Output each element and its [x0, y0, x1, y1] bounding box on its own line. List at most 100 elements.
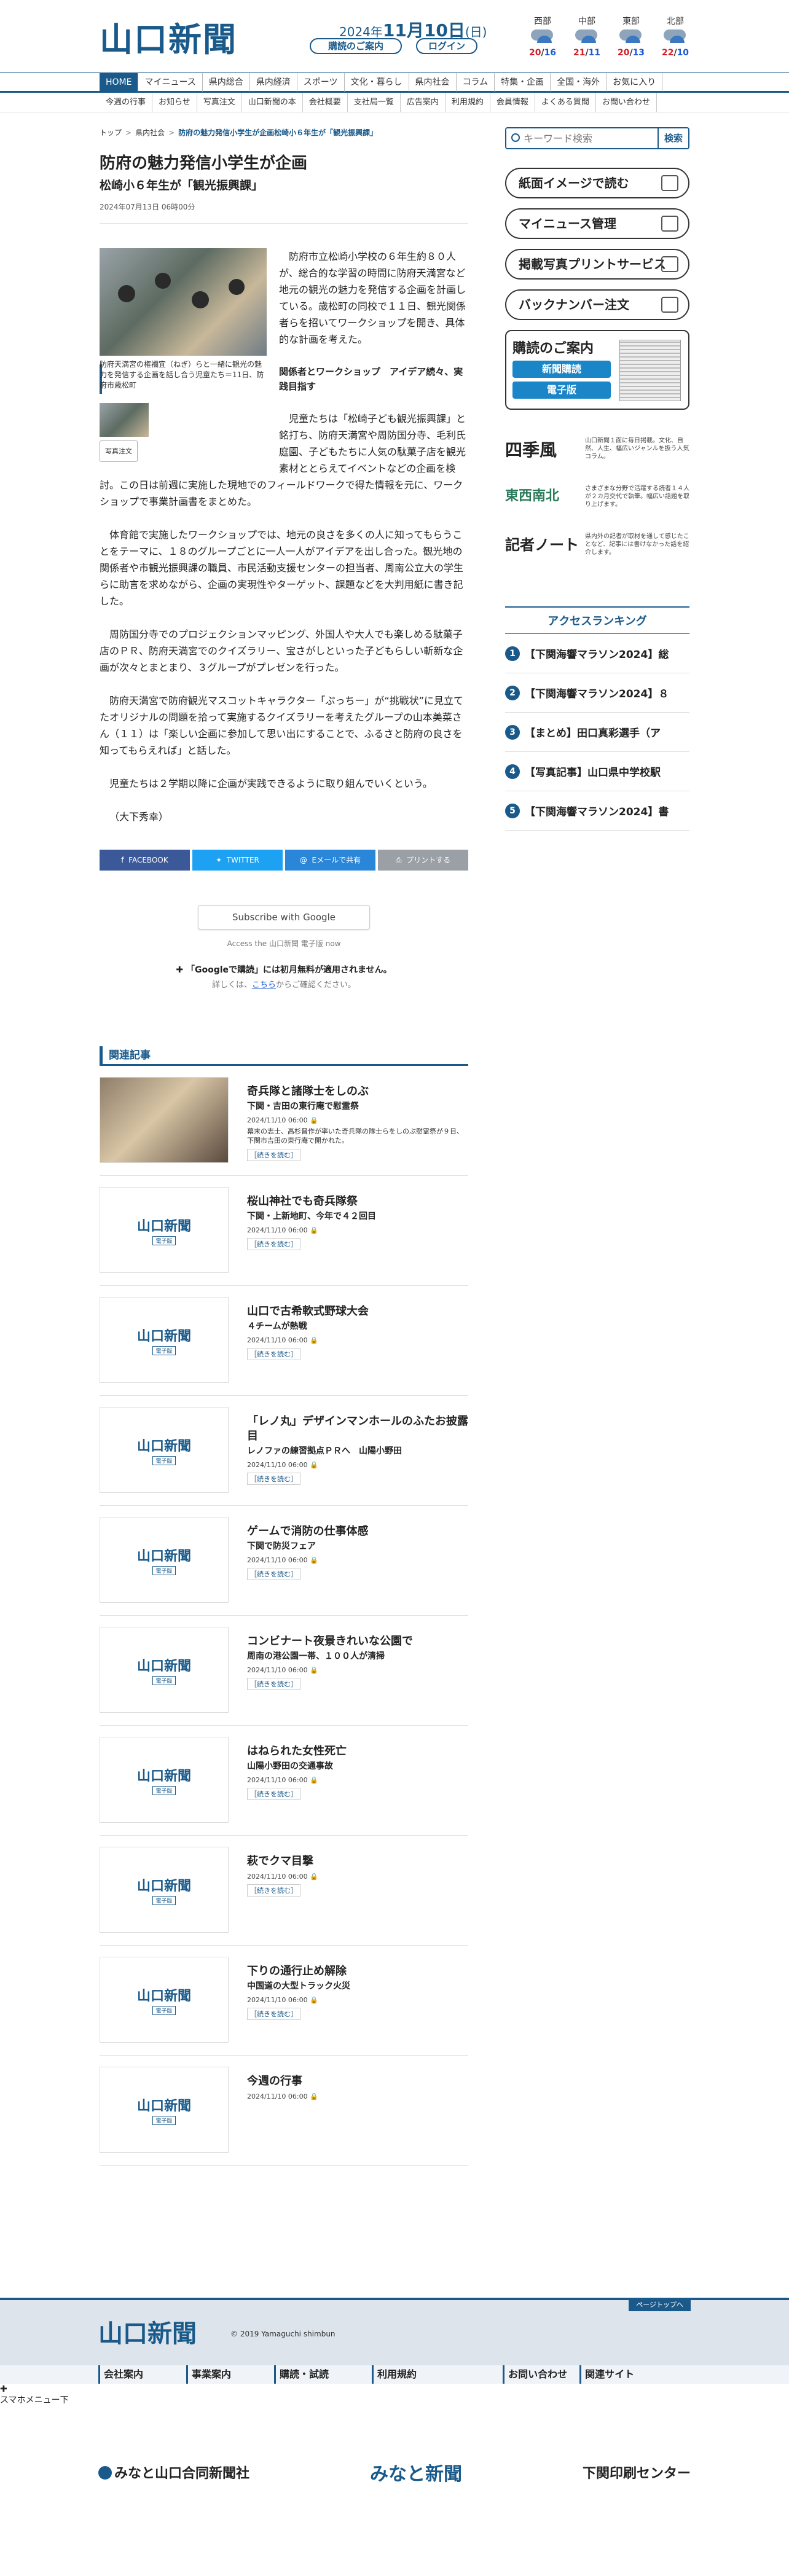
read-more-link[interactable]: ［続きを読む］: [247, 1149, 300, 1161]
ranking-item[interactable]: 1 【下関海響マラソン2024】総: [505, 634, 689, 673]
column-reporter-note[interactable]: 記者ノート 県内外の記者が取材を通して感じたことなど、記事には書けなかった話を紹…: [505, 533, 689, 570]
related-thumbnail[interactable]: 山口新聞 電子版: [100, 1407, 229, 1493]
read-more-link[interactable]: ［続きを読む］: [247, 1568, 300, 1580]
nav-sports[interactable]: スポーツ: [297, 73, 345, 92]
photo-thumbnail[interactable]: [100, 403, 149, 437]
breadcrumb-category[interactable]: 県内社会: [135, 128, 165, 137]
read-more-link[interactable]: ［続きを読む］: [247, 1238, 300, 1250]
google-details-link[interactable]: こちら: [252, 981, 276, 990]
site-logo[interactable]: 山口新聞: [100, 12, 237, 61]
subnav-company[interactable]: 会社概要: [303, 93, 348, 112]
related-thumbnail[interactable]: 山口新聞 電子版: [100, 1627, 229, 1713]
related-article[interactable]: 山口新聞 電子版 山口で古希軟式野球大会 ４チームが熱戦 2024/11/10 0…: [100, 1286, 468, 1396]
related-title[interactable]: ゲームで消防の仕事体感: [247, 1524, 468, 1539]
share-email-button[interactable]: @ Eメールで共有: [285, 850, 375, 871]
related-title[interactable]: はねられた女性死亡: [247, 1744, 468, 1759]
related-article[interactable]: 山口新聞 電子版 萩でクマ目撃 2024/11/10 06:00 🔒 ［続きを読む…: [100, 1836, 468, 1946]
group-minato-shimbun[interactable]: みなと新聞: [370, 2459, 462, 2486]
related-thumbnail[interactable]: [100, 1077, 229, 1163]
read-more-link[interactable]: ［続きを読む］: [247, 1473, 300, 1485]
newspaper-subscribe-button[interactable]: 新聞購読: [512, 361, 611, 378]
nav-local-general[interactable]: 県内総合: [203, 73, 250, 92]
footer-link-terms[interactable]: 利用規約: [372, 2365, 417, 2384]
related-title[interactable]: 山口で古希軟式野球大会: [247, 1304, 468, 1319]
related-thumbnail[interactable]: 山口新聞 電子版: [100, 1517, 229, 1603]
subnav-ads[interactable]: 広告案内: [401, 93, 446, 112]
footer-link-related[interactable]: 関連サイト: [579, 2365, 634, 2384]
nav-home[interactable]: HOME: [100, 73, 139, 92]
mynews-settings-button[interactable]: マイニュース管理: [505, 208, 689, 239]
read-more-link[interactable]: ［続きを読む］: [247, 1788, 300, 1800]
related-article[interactable]: 山口新聞 電子版 コンビナート夜景きれいな公園で 周南の港公園一帯、１００人が清掃…: [100, 1616, 468, 1726]
related-article[interactable]: 山口新聞 電子版 下りの通行止め解除 中国道の大型トラック火災 2024/11/1…: [100, 1946, 468, 2056]
related-title[interactable]: 奇兵隊と諸隊士をしのぶ: [247, 1084, 468, 1099]
search-input[interactable]: [506, 128, 658, 148]
nav-favorites[interactable]: お気に入り: [606, 73, 663, 92]
ranking-item[interactable]: 3 【まとめ】田口真彩選手（ア: [505, 713, 689, 752]
subnav-terms[interactable]: 利用規約: [446, 93, 490, 112]
paper-image-button[interactable]: 紙面イメージで読む: [505, 168, 689, 198]
subnav-member[interactable]: 会員情報: [490, 93, 535, 112]
sp-menu-toggle[interactable]: ✚ スマホメニュー下: [0, 2384, 69, 2406]
photo-order-button[interactable]: 写真注文: [100, 440, 138, 462]
related-article[interactable]: 山口新聞 電子版 ゲームで消防の仕事体感 下関で防災フェア 2024/11/10 …: [100, 1506, 468, 1616]
read-more-link[interactable]: ［続きを読む］: [247, 1348, 300, 1360]
nav-feature[interactable]: 特集・企画: [495, 73, 551, 92]
nav-culture[interactable]: 文化・暮らし: [345, 73, 409, 92]
read-more-link[interactable]: ［続きを読む］: [247, 2008, 300, 2020]
nav-local-economy[interactable]: 県内経済: [250, 73, 297, 92]
subscribe-with-google-button[interactable]: Subscribe with Google: [198, 905, 370, 930]
ranking-item[interactable]: 4 【写真記事】山口県中学校駅: [505, 752, 689, 791]
related-title[interactable]: コンビナート夜景きれいな公園で: [247, 1634, 468, 1649]
print-button[interactable]: ⎙ プリントする: [378, 850, 468, 871]
breadcrumb-home[interactable]: トップ: [100, 128, 122, 137]
share-twitter-button[interactable]: ✦ TWITTER: [192, 850, 283, 871]
related-thumbnail[interactable]: 山口新聞 電子版: [100, 1957, 229, 2043]
footer-link-contact[interactable]: お問い合わせ: [503, 2365, 567, 2384]
footer-link-subscribe[interactable]: 購読・試読: [274, 2365, 329, 2384]
search-button[interactable]: 検索: [658, 128, 688, 148]
subnav-branches[interactable]: 支社局一覧: [348, 93, 401, 112]
group-shimonoseki-printing[interactable]: 下関印刷センター: [583, 2462, 691, 2482]
page-top-button[interactable]: ページトップへ: [629, 2298, 691, 2311]
column-tozainanboku[interactable]: 東西南北 さまざまな分野で活躍する読者１４人が２カ月交代で執筆。幅広い話題を取り…: [505, 485, 689, 522]
subnav-notice[interactable]: お知らせ: [152, 93, 197, 112]
related-article[interactable]: 山口新聞 電子版 「レノ丸」デザインマンホールのふたお披露目 レノファの練習拠点Ｐ…: [100, 1396, 468, 1506]
related-title[interactable]: 萩でクマ目撃: [247, 1854, 468, 1869]
related-article[interactable]: 山口新聞 電子版 桜山神社でも奇兵隊祭 下関・上新地町、今年で４２回目 2024/…: [100, 1176, 468, 1286]
digital-edition-button[interactable]: 電子版: [512, 382, 611, 399]
footer-link-business[interactable]: 事業案内: [186, 2365, 231, 2384]
login-button[interactable]: ログイン: [416, 38, 477, 54]
subnav-photo-order[interactable]: 写真注文: [197, 93, 242, 112]
ranking-item[interactable]: 5 【下関海響マラソン2024】書: [505, 791, 689, 831]
related-thumbnail[interactable]: 山口新聞 電子版: [100, 1297, 229, 1383]
nav-local-society[interactable]: 県内社会: [409, 73, 457, 92]
group-minato-yamaguchi[interactable]: みなと山口合同新聞社: [98, 2462, 249, 2482]
subnav-faq[interactable]: よくある質問: [535, 93, 596, 112]
ranking-item[interactable]: 2 【下関海響マラソン2024】８: [505, 673, 689, 713]
subnav-events[interactable]: 今週の行事: [100, 93, 153, 112]
related-article[interactable]: 奇兵隊と諸隊士をしのぶ 下関・吉田の東行庵で慰霊祭 2024/11/10 06:…: [100, 1066, 468, 1176]
related-thumbnail[interactable]: 山口新聞 電子版: [100, 1737, 229, 1823]
related-thumbnail[interactable]: 山口新聞 電子版: [100, 2067, 229, 2153]
footer-link-company[interactable]: 会社案内: [98, 2365, 143, 2384]
nav-mynews[interactable]: マイニュース: [138, 73, 203, 92]
nav-column[interactable]: コラム: [457, 73, 495, 92]
related-title[interactable]: 「レノ丸」デザインマンホールのふたお披露目: [247, 1414, 468, 1444]
read-more-link[interactable]: ［続きを読む］: [247, 1678, 300, 1690]
share-facebook-button[interactable]: f FACEBOOK: [100, 850, 190, 871]
related-title[interactable]: 下りの通行止め解除: [247, 1964, 468, 1979]
related-title[interactable]: 桜山神社でも奇兵隊祭: [247, 1194, 468, 1209]
read-more-link[interactable]: ［続きを読む］: [247, 1884, 300, 1897]
column-shikifu[interactable]: 四季風 山口新聞１面に毎日掲載。文化、自然、人生、幅広いジャンルを扱う人気コラム…: [505, 437, 689, 474]
related-article[interactable]: 山口新聞 電子版 今週の行事 2024/11/10 06:00 🔒: [100, 2056, 468, 2166]
nav-national[interactable]: 全国・海外: [551, 73, 607, 92]
subnav-books[interactable]: 山口新聞の本: [242, 93, 303, 112]
footer-logo[interactable]: 山口新聞: [98, 2314, 197, 2349]
article-photo[interactable]: [100, 248, 267, 356]
subscription-box[interactable]: 購読のご案内 新聞購読 電子版: [505, 330, 689, 410]
subnav-contact[interactable]: お問い合わせ: [596, 93, 657, 112]
subscribe-guide-button[interactable]: 購読のご案内: [310, 38, 402, 54]
related-article[interactable]: 山口新聞 電子版 はねられた女性死亡 山陽小野田の交通事故 2024/11/10 …: [100, 1726, 468, 1836]
backnumber-order-button[interactable]: バックナンバー注文: [505, 289, 689, 320]
